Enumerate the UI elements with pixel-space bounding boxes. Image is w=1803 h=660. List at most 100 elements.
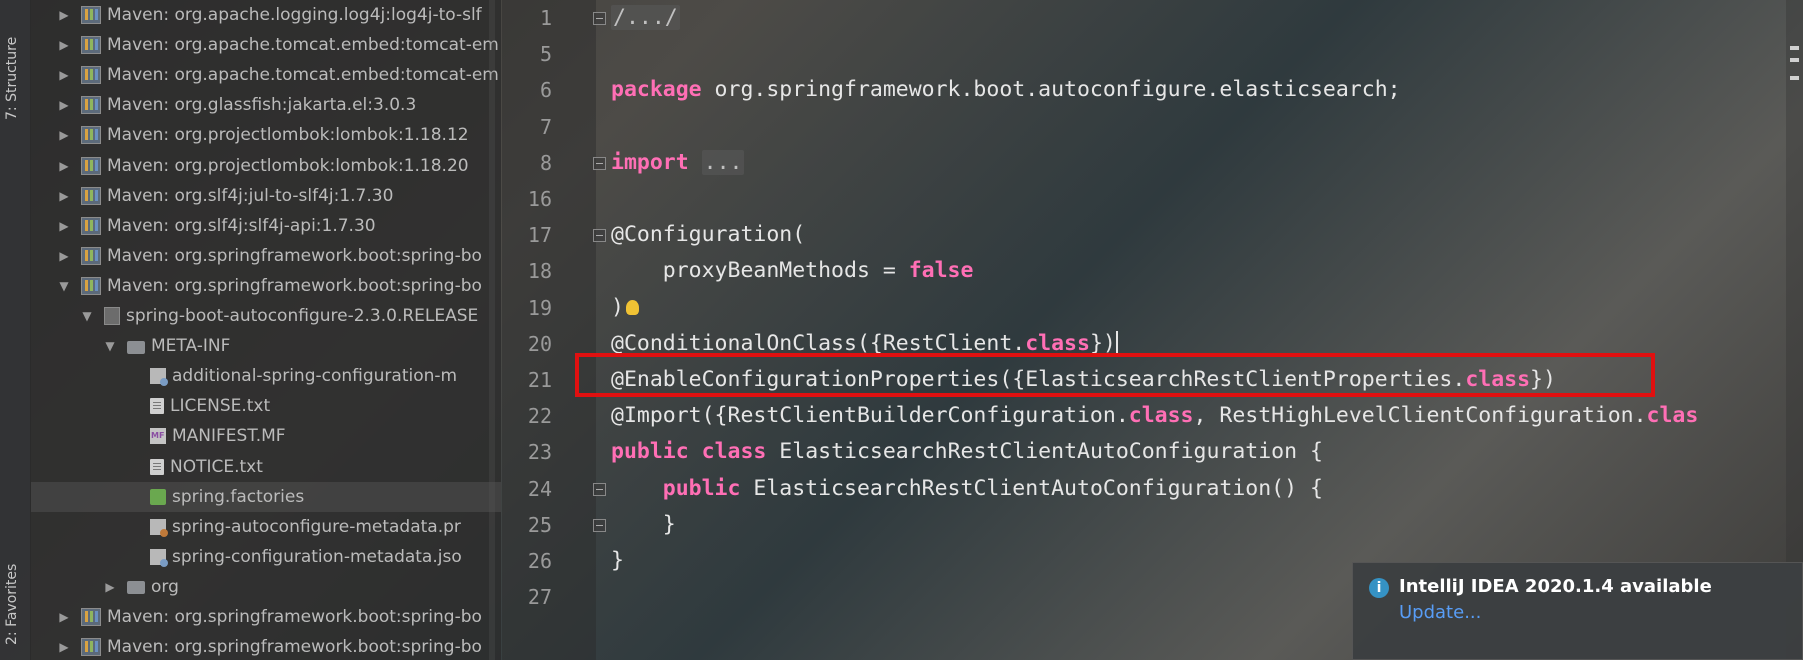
- code-line[interactable]: package org.springframework.boot.autocon…: [611, 72, 1401, 108]
- collapsed-arrow-icon[interactable]: ▶: [57, 610, 71, 624]
- text-file-icon: [150, 458, 164, 475]
- tree-item[interactable]: ▶ org: [31, 572, 501, 602]
- folder-icon: [127, 581, 145, 595]
- keyword-token: package: [611, 77, 702, 103]
- fold-icon[interactable]: [593, 229, 606, 243]
- code-token: ElasticsearchRestClientAutoConfiguration…: [766, 439, 1323, 465]
- line-number: 7: [539, 114, 552, 139]
- info-icon: i: [1369, 578, 1389, 598]
- keyword-token: false: [908, 258, 974, 284]
- keyword-token: import: [611, 149, 689, 175]
- tree-item-label: spring-autoconfigure-metadata.pr: [172, 516, 461, 537]
- expanded-arrow-icon[interactable]: ▼: [80, 309, 94, 323]
- project-tree: ▶ Maven: org.apache.logging.log4j:log4j-t…: [31, 0, 501, 660]
- fold-icon[interactable]: [593, 482, 606, 496]
- collapsed-arrow-icon[interactable]: ▶: [57, 8, 71, 22]
- highlight-annotation-box: [575, 353, 1655, 397]
- tree-scrollbar[interactable]: [489, 0, 495, 660]
- collapsed-arrow-icon[interactable]: ▶: [57, 98, 71, 112]
- folded-region[interactable]: /.../: [611, 5, 680, 30]
- text-file-icon: [150, 398, 164, 415]
- fold-icon[interactable]: [593, 156, 606, 170]
- tree-item[interactable]: ▶ Maven: org.apache.tomcat.embed:tomcat-e…: [31, 30, 501, 60]
- collapsed-arrow-icon[interactable]: ▶: [57, 68, 71, 82]
- tree-item[interactable]: ▶ Maven: org.springframework.boot:spring-…: [31, 241, 501, 271]
- code-token: , RestHighLevelClientConfiguration.: [1193, 403, 1647, 429]
- collapsed-arrow-icon[interactable]: ▶: [57, 219, 71, 233]
- line-number: 21: [527, 368, 552, 392]
- tree-item[interactable]: ▶ Maven: org.slf4j:jul-to-slf4j:1.7.30: [31, 181, 501, 211]
- tree-item[interactable]: spring.factories: [31, 481, 501, 512]
- lightbulb-icon[interactable]: [625, 300, 639, 316]
- structure-tab[interactable]: 7: Structure: [4, 37, 20, 120]
- tree-item-label: Maven: org.glassfish:jakarta.el:3.0.3: [107, 95, 417, 116]
- scroll-marker: [1790, 46, 1799, 50]
- code-line[interactable]: @Configuration(: [611, 217, 805, 253]
- update-link[interactable]: Update...: [1399, 602, 1481, 623]
- tree-item[interactable]: ▶ Maven: org.apache.logging.log4j:log4j-t…: [31, 0, 501, 30]
- collapsed-arrow-icon[interactable]: ▶: [57, 189, 71, 203]
- tree-item[interactable]: spring-configuration-metadata.jso: [31, 542, 501, 572]
- code-line[interactable]: public class ElasticsearchRestClientAuto…: [611, 434, 1323, 470]
- code-line[interactable]: proxyBeanMethods = false: [611, 253, 974, 289]
- tree-item-label: NOTICE.txt: [170, 456, 263, 477]
- code-line[interactable]: ): [611, 290, 639, 326]
- code-line[interactable]: public ElasticsearchRestClientAutoConfig…: [611, 471, 1323, 507]
- line-number: 8: [539, 150, 552, 175]
- fold-icon[interactable]: [593, 12, 606, 25]
- fold-icon[interactable]: [593, 518, 606, 532]
- tree-item[interactable]: ▼ META-INF: [31, 331, 501, 361]
- code-line[interactable]: }: [611, 507, 676, 543]
- line-number: 18: [527, 259, 552, 284]
- tree-item-label: Maven: org.projectlombok:lombok:1.18.20: [107, 155, 469, 176]
- tree-item[interactable]: additional-spring-configuration-m: [31, 361, 501, 391]
- tree-item[interactable]: ▶ Maven: org.springframework.boot:spring-…: [31, 602, 501, 632]
- collapsed-arrow-icon[interactable]: ▶: [57, 159, 71, 173]
- line-number: 26: [527, 549, 552, 573]
- code-line[interactable]: @Import({RestClientBuilderConfiguration.…: [611, 398, 1698, 434]
- code-token: }: [611, 548, 624, 573]
- library-icon: [81, 126, 101, 145]
- collapsed-arrow-icon[interactable]: ▶: [103, 580, 117, 594]
- jar-icon: [104, 307, 120, 325]
- folder-icon: [127, 340, 145, 354]
- library-icon: [81, 36, 101, 55]
- tree-item[interactable]: ▼ Maven: org.springframework.boot:spring-…: [31, 271, 501, 301]
- collapsed-arrow-icon[interactable]: ▶: [57, 128, 71, 142]
- code-line[interactable]: import ...: [611, 145, 745, 181]
- tree-item-label: META-INF: [151, 336, 231, 357]
- tree-item-label: Maven: org.springframework.boot:spring-b…: [107, 607, 482, 627]
- tree-item[interactable]: ▼ spring-boot-autoconfigure-2.3.0.RELEASE: [31, 301, 501, 331]
- library-icon: [81, 66, 101, 85]
- tree-item-label: Maven: org.slf4j:jul-to-slf4j:1.7.30: [107, 185, 394, 206]
- tree-item[interactable]: ▶ Maven: org.apache.tomcat.embed:tomcat-e…: [31, 60, 501, 90]
- collapsed-arrow-icon[interactable]: ▶: [57, 640, 71, 654]
- tree-item[interactable]: ▶ Maven: org.glassfish:jakarta.el:3.0.3: [31, 90, 501, 120]
- tree-item[interactable]: spring-autoconfigure-metadata.pr: [31, 512, 501, 542]
- scroll-marker: [1790, 76, 1799, 80]
- tree-item[interactable]: ▶ Maven: org.slf4j:slf4j-api:1.7.30: [31, 211, 501, 241]
- tree-item[interactable]: LICENSE.txt: [31, 391, 501, 421]
- tree-item-label: Maven: org.projectlombok:lombok:1.18.12: [107, 125, 469, 146]
- folded-region[interactable]: ...: [701, 149, 745, 175]
- line-number: 5: [539, 42, 552, 67]
- code-line[interactable]: }: [611, 543, 624, 579]
- expanded-arrow-icon[interactable]: ▼: [103, 339, 117, 353]
- code-line[interactable]: /.../: [611, 0, 680, 36]
- tree-item-label: spring.factories: [172, 486, 305, 507]
- tree-item[interactable]: MANIFEST.MF: [31, 421, 501, 451]
- collapsed-arrow-icon[interactable]: ▶: [57, 38, 71, 52]
- tree-item[interactable]: ▶ Maven: org.projectlombok:lombok:1.18.20: [31, 151, 501, 181]
- tree-item[interactable]: ▶ Maven: org.projectlombok:lombok:1.18.12: [31, 120, 501, 150]
- favorites-tab[interactable]: 2: Favorites: [4, 564, 20, 645]
- tree-item-label: Maven: org.apache.logging.log4j:log4j-to…: [107, 5, 482, 25]
- expanded-arrow-icon[interactable]: ▼: [57, 279, 71, 293]
- tool-window-strip: 7: Structure 2: Favorites: [0, 0, 31, 660]
- tree-item[interactable]: ▶ Maven: org.springframework.boot:spring-…: [31, 632, 501, 660]
- tree-item[interactable]: NOTICE.txt: [31, 452, 501, 482]
- collapsed-arrow-icon[interactable]: ▶: [57, 249, 71, 263]
- editor-scrollbar[interactable]: [1786, 0, 1803, 660]
- json-file-icon: [150, 368, 168, 387]
